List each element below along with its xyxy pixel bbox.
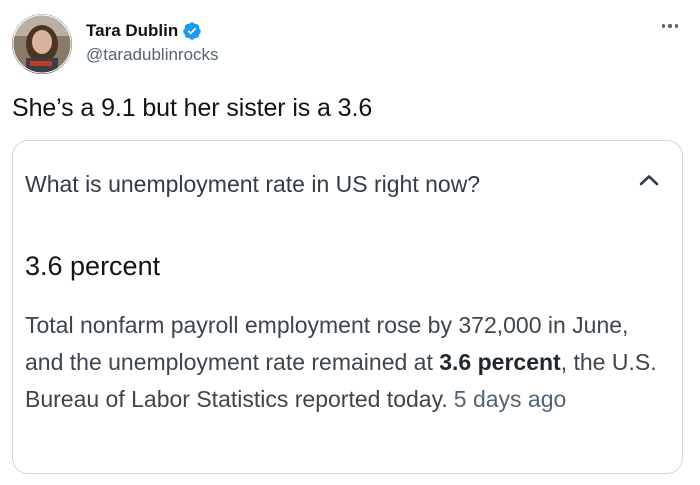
author-info: Tara Dublin @taradublinrocks [86,20,219,65]
card-snippet: Total nonfarm payroll employment rose by… [25,307,665,418]
more-options-icon[interactable] [658,18,682,34]
display-name[interactable]: Tara Dublin [86,21,178,41]
dot-icon [668,24,672,28]
chevron-up-icon[interactable] [638,173,660,187]
answer-card: What is unemployment rate in US right no… [12,140,683,474]
snippet-date: 5 days ago [453,386,567,412]
card-answer: 3.6 percent [25,251,161,281]
handle[interactable]: @taradublinrocks [86,45,219,65]
tweet-header: Tara Dublin @taradublinrocks [12,14,688,78]
dot-icon [674,24,679,28]
snippet-highlight: 3.6 [439,349,472,375]
name-row: Tara Dublin [86,20,219,42]
tweet-text: She’s a 9.1 but her sister is a 3.6 [12,94,373,122]
card-question[interactable]: What is unemployment rate in US right no… [25,171,480,198]
verified-badge-icon [182,21,202,41]
snippet-highlight: percent [477,349,561,375]
dot-icon [661,24,666,28]
avatar[interactable] [12,14,72,74]
